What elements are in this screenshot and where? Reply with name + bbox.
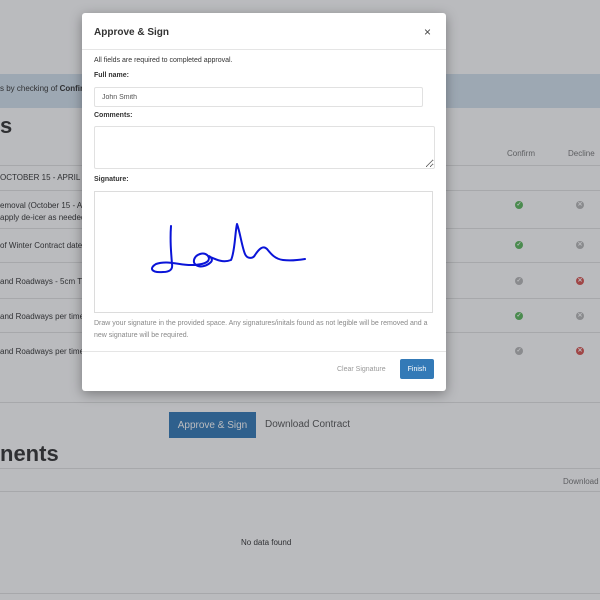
full-name-label: Full name: xyxy=(94,72,130,79)
comments-textarea[interactable] xyxy=(94,126,435,169)
full-name-input[interactable] xyxy=(94,87,423,107)
signature-help-text: Draw your signature in the provided spac… xyxy=(94,320,428,339)
signature-pad[interactable] xyxy=(94,191,433,313)
modal-title: Approve & Sign xyxy=(94,27,170,38)
comments-label: Comments: xyxy=(94,112,133,119)
signature-label: Signature: xyxy=(94,176,129,183)
signature-drawing xyxy=(151,223,306,274)
approve-sign-modal: Approve & Sign × All fields are required… xyxy=(82,13,446,391)
required-note: All fields are required to completed app… xyxy=(94,57,233,64)
finish-button[interactable]: Finish xyxy=(400,359,434,379)
close-icon[interactable]: × xyxy=(424,25,431,39)
clear-signature-button[interactable]: Clear Signature xyxy=(337,366,386,373)
modal-footer-divider xyxy=(82,351,446,352)
modal-header-divider xyxy=(82,49,446,50)
signature-stroke xyxy=(151,223,306,274)
